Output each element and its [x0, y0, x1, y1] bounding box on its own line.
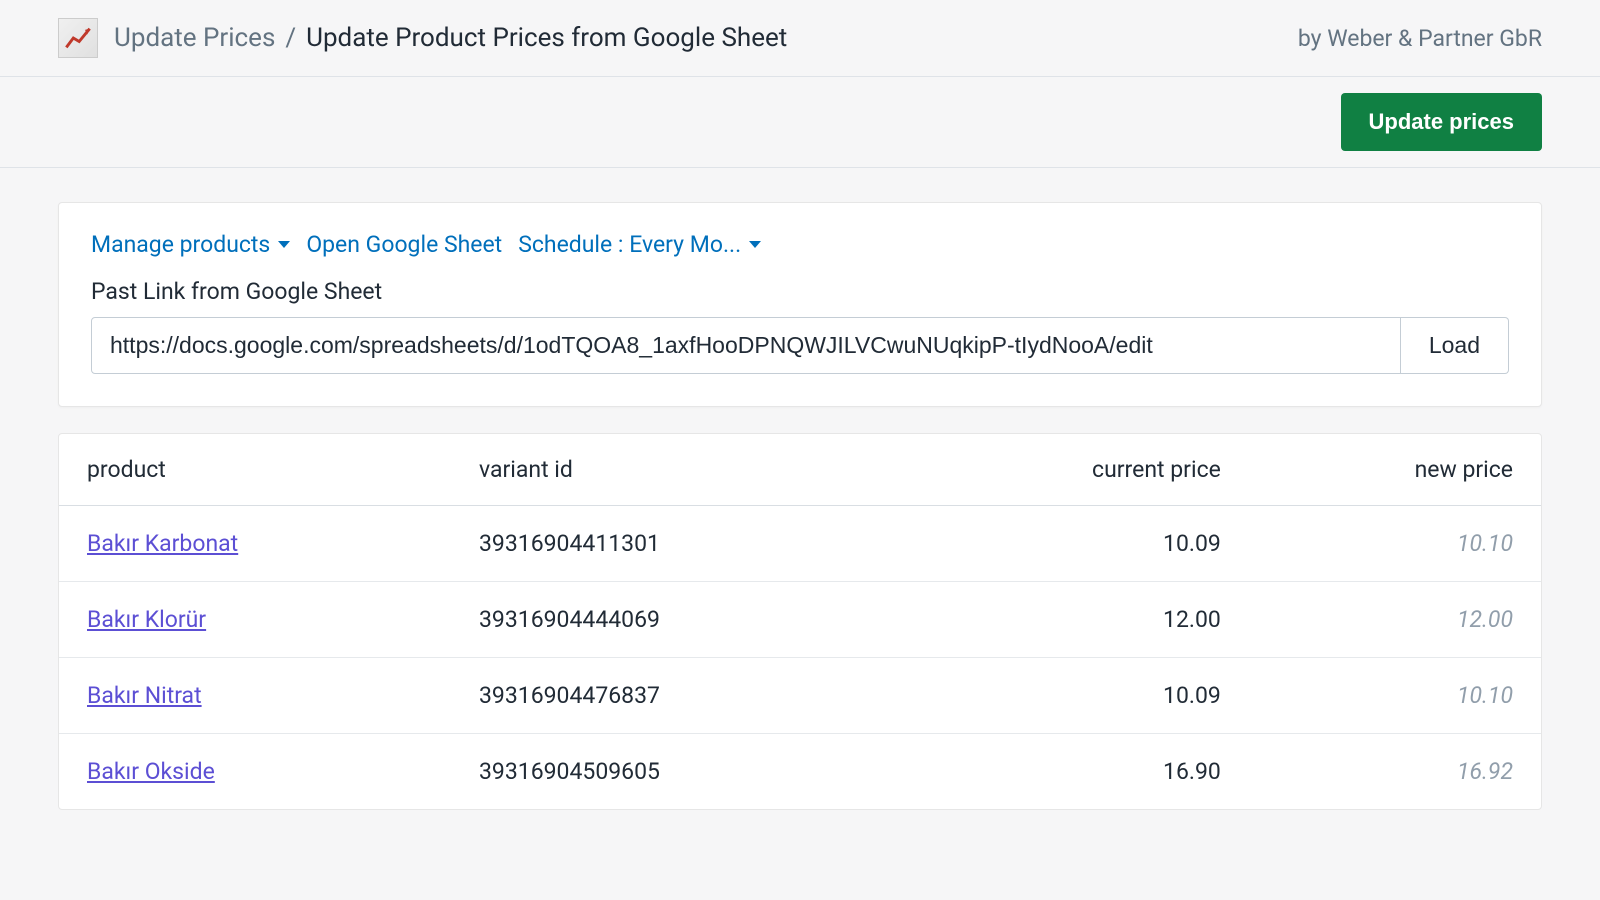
sheet-config-card: Manage products Open Google Sheet Schedu… — [58, 202, 1542, 407]
table-row: Bakır Okside 39316904509605 16.90 16.92 — [59, 734, 1541, 810]
table-row: Bakır Nitrat 39316904476837 10.09 10.10 — [59, 658, 1541, 734]
product-link[interactable]: Bakır Nitrat — [87, 682, 202, 709]
schedule-dropdown[interactable]: Schedule : Every Mo... — [518, 231, 761, 258]
product-link[interactable]: Bakır Klorür — [87, 606, 206, 633]
variant-id-cell: 39316904509605 — [451, 734, 899, 810]
sheet-url-input[interactable] — [91, 317, 1401, 374]
header-left: Update Prices / Update Product Prices fr… — [58, 18, 787, 58]
table-header-row: product variant id current price new pri… — [59, 434, 1541, 506]
main-content: Manage products Open Google Sheet Schedu… — [0, 168, 1600, 844]
table-row: Bakır Klorür 39316904444069 12.00 12.00 — [59, 582, 1541, 658]
current-price-cell: 10.09 — [899, 506, 1249, 582]
sheet-link-label: Past Link from Google Sheet — [91, 278, 1509, 305]
new-price-cell: 10.10 — [1457, 530, 1513, 557]
action-bar: Update prices — [0, 77, 1600, 168]
update-prices-button[interactable]: Update prices — [1341, 93, 1543, 151]
new-price-cell: 10.10 — [1457, 682, 1513, 709]
page-header: Update Prices / Update Product Prices fr… — [0, 0, 1600, 77]
load-button[interactable]: Load — [1401, 317, 1509, 374]
current-price-cell: 10.09 — [899, 658, 1249, 734]
current-price-cell: 16.90 — [899, 734, 1249, 810]
chart-icon — [64, 24, 92, 52]
chevron-down-icon — [749, 241, 761, 248]
toolbar: Manage products Open Google Sheet Schedu… — [91, 231, 1509, 258]
variant-id-cell: 39316904476837 — [451, 658, 899, 734]
manage-products-label: Manage products — [91, 231, 270, 258]
th-product: product — [59, 434, 451, 506]
current-price-cell: 12.00 — [899, 582, 1249, 658]
breadcrumb: Update Prices / Update Product Prices fr… — [114, 23, 787, 53]
th-new-price: new price — [1249, 434, 1541, 506]
products-table: product variant id current price new pri… — [59, 434, 1541, 809]
product-link[interactable]: Bakır Karbonat — [87, 530, 238, 557]
breadcrumb-root[interactable]: Update Prices — [114, 23, 275, 53]
breadcrumb-sep: / — [285, 23, 296, 53]
open-google-sheet-link[interactable]: Open Google Sheet — [306, 231, 502, 258]
product-link[interactable]: Bakır Okside — [87, 758, 215, 785]
sheet-input-row: Load — [91, 317, 1509, 374]
new-price-cell: 12.00 — [1457, 606, 1513, 633]
manage-products-dropdown[interactable]: Manage products — [91, 231, 290, 258]
app-icon — [58, 18, 98, 58]
products-table-card: product variant id current price new pri… — [58, 433, 1542, 810]
variant-id-cell: 39316904411301 — [451, 506, 899, 582]
th-variant-id: variant id — [451, 434, 899, 506]
variant-id-cell: 39316904444069 — [451, 582, 899, 658]
th-current-price: current price — [899, 434, 1249, 506]
breadcrumb-current: Update Product Prices from Google Sheet — [306, 23, 787, 53]
new-price-cell: 16.92 — [1457, 758, 1513, 785]
chevron-down-icon — [278, 241, 290, 248]
byline: by Weber & Partner GbR — [1298, 25, 1542, 52]
schedule-label: Schedule : Every Mo... — [518, 231, 741, 258]
table-row: Bakır Karbonat 39316904411301 10.09 10.1… — [59, 506, 1541, 582]
